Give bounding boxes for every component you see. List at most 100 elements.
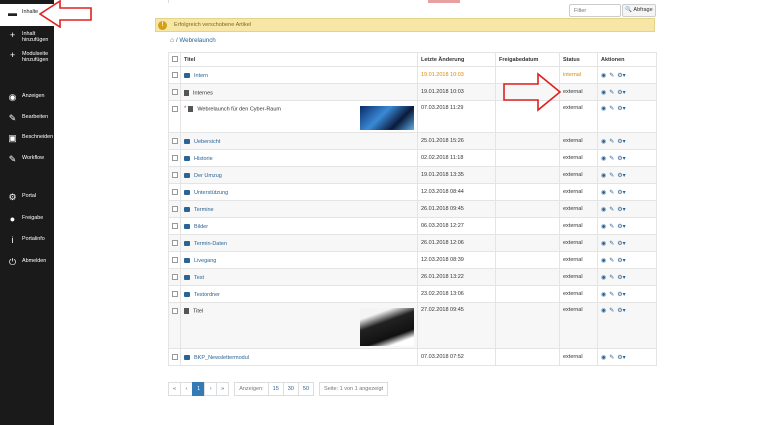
sidebar-item-9[interactable]: i Portalinfo [0,231,54,253]
sidebar-item-7[interactable]: ⚙ Portal [0,188,54,210]
row-title[interactable]: Titel [193,308,203,314]
filter-submit-button[interactable]: 🔍 Abfrage [622,4,656,17]
view-icon[interactable]: ◉ [601,172,606,179]
table-row[interactable]: Test 26.01.2018 13:22 external ◉ ✎ ⚙▾ [168,268,657,286]
row-select-cell[interactable] [168,348,181,366]
settings-dropdown-icon[interactable]: ⚙▾ [617,105,625,112]
row-select-cell[interactable] [168,66,181,84]
row-title-cell[interactable]: Der Umzug [180,166,418,184]
table-row[interactable]: Unterstützung 12.03.2018 08:44 external ◉ ✎ ⚙… [168,183,657,201]
settings-dropdown-icon[interactable]: ⚙▾ [617,291,625,298]
view-icon[interactable]: ◉ [601,138,606,145]
row-select-cell[interactable] [168,83,181,101]
row-title[interactable]: Intern [194,73,208,79]
view-icon[interactable]: ◉ [601,155,606,162]
view-icon[interactable]: ◉ [601,307,606,314]
filter-input[interactable] [569,4,621,17]
view-icon[interactable]: ◉ [601,206,606,213]
row-title[interactable]: Uebersicht [194,139,220,145]
row-title[interactable]: Der Umzug [194,173,222,179]
view-icon[interactable]: ◉ [601,72,606,79]
settings-dropdown-icon[interactable]: ⚙▾ [617,274,625,281]
table-row[interactable]: Testordner 23.02.2018 13:06 external ◉ ✎ ⚙▾ [168,285,657,303]
row-select-cell[interactable] [168,132,181,150]
edit-icon[interactable]: ✎ [609,257,614,264]
col-header-status[interactable]: Status [559,52,598,67]
edit-icon[interactable]: ✎ [609,223,614,230]
row-checkbox[interactable] [172,308,178,314]
edit-icon[interactable]: ✎ [609,89,614,96]
sidebar-item-2[interactable]: + Modulseite hinzufügen [0,46,54,68]
sidebar-item-8[interactable]: ● Freigabe [0,210,54,232]
view-icon[interactable]: ◉ [601,274,606,281]
row-select-cell[interactable] [168,166,181,184]
row-title[interactable]: Unterstützung [194,190,228,196]
row-select-cell[interactable] [168,217,181,235]
row-select-cell[interactable] [168,149,181,167]
row-select-cell[interactable] [168,251,181,269]
row-checkbox[interactable] [172,205,178,212]
row-title-cell[interactable]: Titel [180,302,418,349]
settings-dropdown-icon[interactable]: ⚙▾ [617,189,625,196]
row-title-cell[interactable]: * Webrelaunch für den Cyber-Raum [180,100,418,133]
row-title[interactable]: Historie [194,156,213,162]
sidebar-item-1[interactable]: + Inhalt hinzufügen [0,26,54,48]
settings-dropdown-icon[interactable]: ⚙▾ [617,354,625,361]
settings-dropdown-icon[interactable]: ⚙▾ [617,307,625,314]
row-checkbox[interactable] [172,290,178,297]
row-checkbox[interactable] [172,88,178,95]
view-icon[interactable]: ◉ [601,223,606,230]
row-checkbox[interactable] [172,106,178,112]
edit-icon[interactable]: ✎ [609,172,614,179]
view-icon[interactable]: ◉ [601,257,606,264]
row-checkbox[interactable] [172,71,178,78]
settings-dropdown-icon[interactable]: ⚙▾ [617,138,625,145]
edit-icon[interactable]: ✎ [609,189,614,196]
row-title[interactable]: Testordner [194,292,220,298]
row-checkbox[interactable] [172,222,178,229]
settings-dropdown-icon[interactable]: ⚙▾ [617,206,625,213]
table-row[interactable]: * Webrelaunch für den Cyber-Raum 07.03.201… [168,100,657,133]
row-title[interactable]: Webrelaunch für den Cyber-Raum [197,106,281,112]
row-checkbox[interactable] [172,273,178,280]
table-row[interactable]: BKP_Newslettermodul 07.03.2018 07:52 exter… [168,348,657,366]
row-checkbox[interactable] [172,188,178,195]
select-all-cell[interactable] [168,52,181,67]
table-row[interactable]: Bilder 06.03.2018 12:27 external ◉ ✎ ⚙▾ [168,217,657,235]
row-title[interactable]: Bilder [194,224,208,230]
row-select-cell[interactable] [168,302,181,349]
edit-icon[interactable]: ✎ [609,206,614,213]
row-checkbox[interactable] [172,239,178,246]
sidebar-item-6[interactable]: ✎ Workflow [0,150,54,172]
row-title-cell[interactable]: Bilder [180,217,418,235]
edit-icon[interactable]: ✎ [609,354,614,361]
edit-icon[interactable]: ✎ [609,274,614,281]
col-header-title[interactable]: Titel [180,52,418,67]
row-checkbox[interactable] [172,154,178,161]
page-size-15[interactable]: 15 [267,382,284,396]
sidebar-item-3[interactable]: ◉ Anzeigen [0,88,54,110]
settings-dropdown-icon[interactable]: ⚙▾ [617,155,625,162]
row-checkbox[interactable] [172,256,178,263]
table-row[interactable]: Der Umzug 19.01.2018 13:35 external ◉ ✎ ⚙▾ [168,166,657,184]
settings-dropdown-icon[interactable]: ⚙▾ [617,89,625,96]
page-size-50[interactable]: 50 [297,382,315,396]
table-row[interactable]: Intern 19.01.2018 10:03 internal ◉ ✎ ⚙▾ [168,66,657,84]
row-checkbox[interactable] [172,353,178,360]
view-icon[interactable]: ◉ [601,89,606,96]
row-title-cell[interactable]: Internes [180,83,418,101]
row-checkbox[interactable] [172,171,178,178]
settings-dropdown-icon[interactable]: ⚙▾ [617,223,625,230]
view-icon[interactable]: ◉ [601,105,606,112]
row-title-cell[interactable]: Termin-Daten [180,234,418,252]
select-all-checkbox[interactable] [172,56,178,63]
view-icon[interactable]: ◉ [601,291,606,298]
row-title[interactable]: BKP_Newslettermodul [194,355,249,361]
page-size-30[interactable]: 30 [282,382,299,396]
col-header-modified[interactable]: Letzte Änderung [417,52,496,67]
row-checkbox[interactable] [172,137,178,144]
table-row[interactable]: Titel 27.02.2018 09:45 external ◉ ✎ ⚙▾ [168,302,657,349]
row-select-cell[interactable] [168,234,181,252]
col-header-release[interactable]: Freigabedatum [495,52,560,67]
row-title[interactable]: Internes [193,90,213,96]
